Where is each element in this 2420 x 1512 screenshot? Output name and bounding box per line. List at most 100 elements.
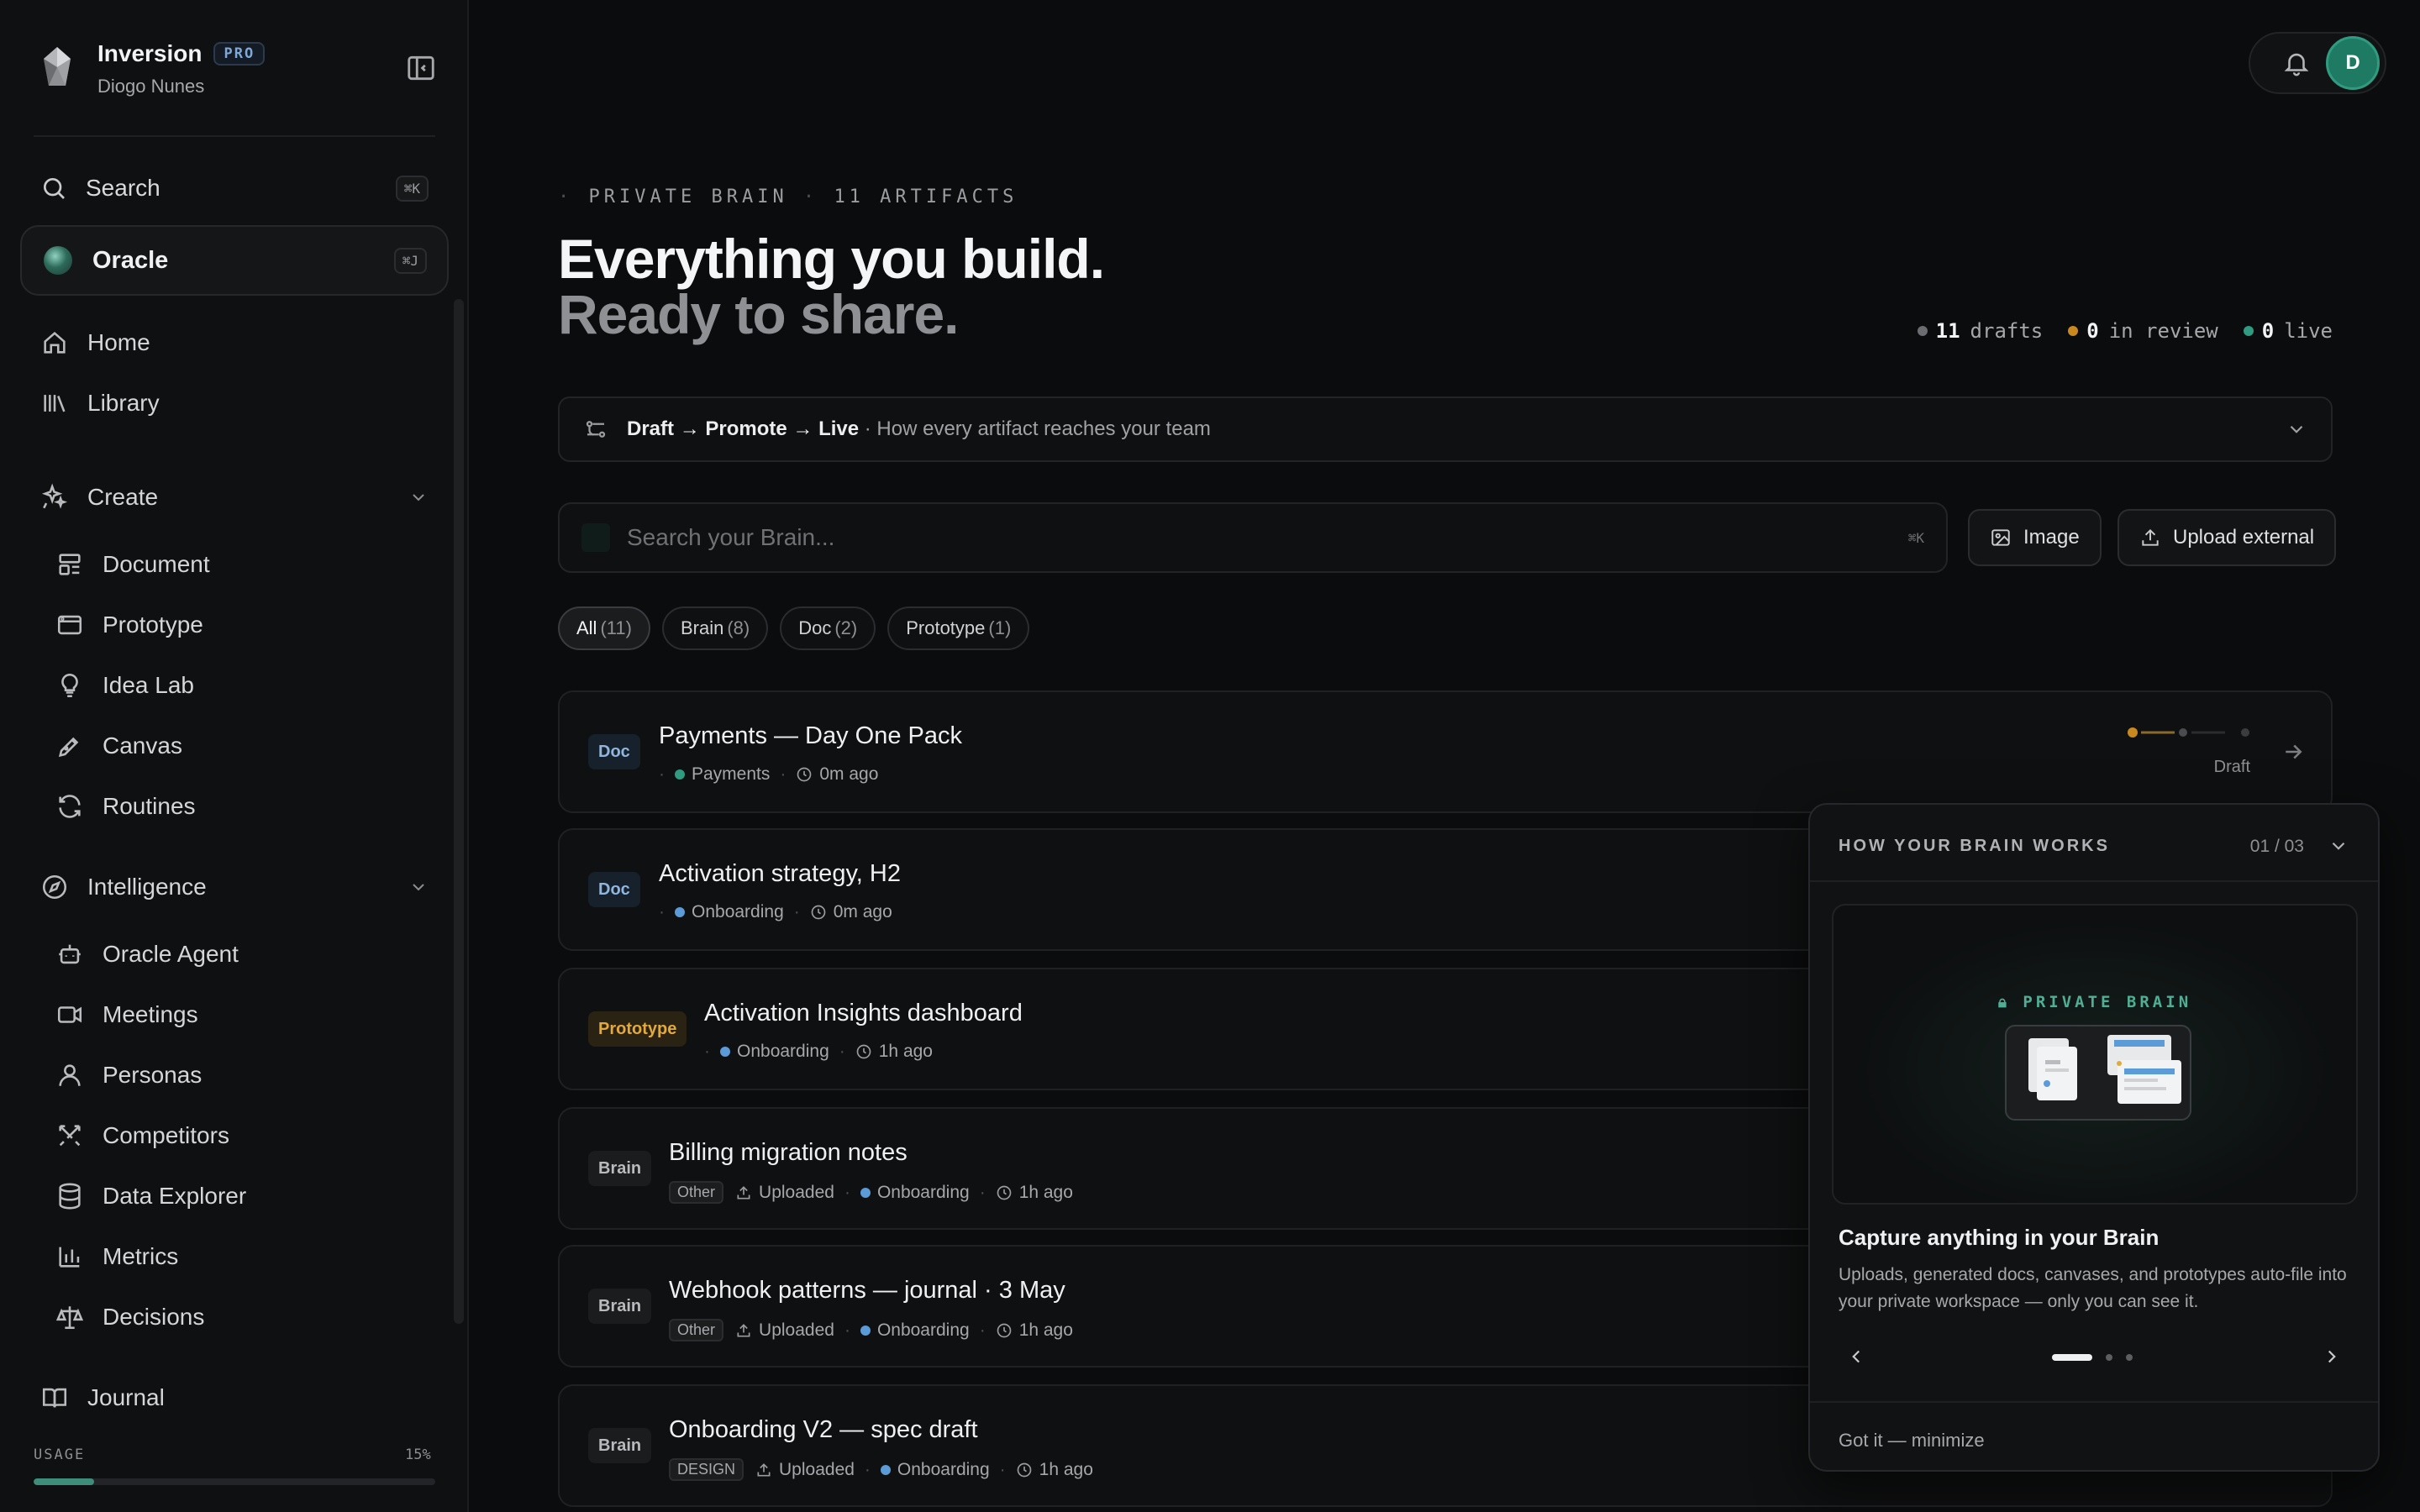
chip-count: (8): [727, 617, 750, 638]
filter-brain[interactable]: Brain (8): [661, 606, 769, 650]
sidebar-item-decisions[interactable]: Decisions: [55, 1299, 429, 1336]
carousel-dot[interactable]: [2126, 1354, 2133, 1361]
artifact-topic: Payments: [692, 764, 771, 784]
artifact-row[interactable]: Doc Payments — Day One Pack · Payments ·…: [558, 690, 2333, 813]
sidebar-item-meetings[interactable]: Meetings: [55, 996, 429, 1033]
sidebar-toggle-icon[interactable]: [405, 52, 437, 84]
chevron-left-icon[interactable]: [1845, 1346, 1867, 1368]
illustration-label: 🔒︎ PRIVATE BRAIN: [1833, 993, 2356, 1011]
sidebar-item-label: Metrics: [103, 1243, 179, 1269]
swords-icon: [59, 1125, 81, 1147]
user-name: Diogo Nunes: [97, 76, 205, 97]
sidebar-item-journal[interactable]: Journal: [40, 1379, 429, 1416]
compass-icon: [42, 874, 67, 900]
sidebar-scrollbar[interactable]: [454, 299, 464, 1324]
bell-icon[interactable]: [2282, 49, 2311, 77]
chip-count: (1): [988, 617, 1012, 638]
lightbulb-icon: [61, 673, 78, 698]
artifact-meta: · Onboarding · 1h ago: [704, 1042, 933, 1061]
plan-badge: PRO: [213, 42, 266, 66]
sidebar-item-label: Home: [87, 329, 150, 355]
sidebar-item-label: Competitors: [103, 1122, 229, 1148]
topic-dot: [860, 1325, 871, 1336]
sidebar-item-library[interactable]: Library: [40, 385, 429, 422]
filter-doc[interactable]: Doc (2): [780, 606, 876, 650]
minimize-button[interactable]: Got it — minimize: [1839, 1430, 1985, 1452]
filter-all[interactable]: All (11): [558, 606, 650, 650]
workflow-text: Draft → Promote → Live · How every artif…: [627, 417, 1211, 441]
carousel-dot-active[interactable]: [2052, 1354, 2092, 1361]
stat-value: 0: [2261, 319, 2275, 343]
sidebar-item-metrics[interactable]: Metrics: [55, 1238, 429, 1275]
sidebar-item-routines[interactable]: Routines: [55, 788, 429, 825]
usage-bar-fill: [34, 1478, 94, 1485]
sidebar-item-label: Document: [103, 551, 210, 577]
filter-prototype[interactable]: Prototype (1): [887, 606, 1030, 650]
chip-label: Prototype: [906, 617, 986, 638]
chip-count: (2): [834, 617, 858, 638]
search-icon: [44, 178, 65, 199]
stat-label: drafts: [1970, 319, 2044, 343]
document-icon: [59, 554, 81, 575]
page-subtitle: Ready to share.: [558, 283, 960, 345]
top-actions: D: [2249, 32, 2386, 94]
flow-step-promote: Promote: [705, 417, 787, 440]
type-badge: Prototype: [588, 1011, 687, 1047]
divider: [1810, 1401, 2378, 1403]
divider: [1810, 880, 2378, 882]
sidebar-item-data-explorer[interactable]: Data Explorer: [55, 1178, 429, 1215]
artifact-title: Activation strategy, H2: [659, 860, 901, 887]
chevron-right-icon[interactable]: [2321, 1346, 2343, 1368]
carousel-dot[interactable]: [2106, 1354, 2112, 1361]
refresh-icon: [59, 795, 81, 818]
status-dot: [1917, 326, 1928, 336]
onboarding-panel: HOW YOUR BRAIN WORKS 01 / 03 🔒︎ PRIVATE …: [1808, 803, 2380, 1472]
sidebar-item-document[interactable]: Document: [55, 546, 429, 583]
chevron-down-icon[interactable]: [2328, 835, 2349, 857]
sidebar-item-oracle-agent[interactable]: Oracle Agent: [55, 936, 429, 973]
arrow-right-icon[interactable]: [2281, 739, 2306, 764]
lock-icon: 🔒︎: [1997, 993, 2023, 1011]
button-label: Image: [2023, 526, 2080, 549]
artifact-title: Payments — Day One Pack: [659, 722, 963, 749]
topic-dot: [675, 907, 685, 917]
artifact-time: 0m ago: [819, 764, 879, 784]
sidebar-item-home[interactable]: Home: [40, 324, 429, 361]
sidebar-item-label: Journal: [87, 1384, 165, 1410]
kind-tag: Other: [669, 1181, 724, 1204]
button-label: Upload external: [2173, 526, 2315, 549]
chevron-down-icon: [413, 494, 424, 501]
status-dot: [2243, 326, 2254, 336]
sidebar-item-personas[interactable]: Personas: [55, 1057, 429, 1094]
upload-external-button[interactable]: Upload external: [2118, 509, 2337, 566]
sidebar-search[interactable]: Search ⌘K: [40, 171, 429, 205]
sidebar-item-prototype[interactable]: Prototype: [55, 606, 429, 643]
artifact-meta: DESIGN Uploaded · Onboarding · 1h ago: [669, 1458, 1093, 1481]
avatar[interactable]: D: [2326, 36, 2380, 90]
sidebar-section-create[interactable]: Create: [40, 479, 429, 516]
eyebrow: · PRIVATE BRAIN · 11 ARTIFACTS: [558, 186, 1018, 207]
usage-bar: [34, 1478, 435, 1485]
artifact-topic: Onboarding: [876, 1182, 970, 1202]
workspace-switcher[interactable]: Inversion PRO Diogo Nunes: [40, 40, 266, 97]
brain-search-input[interactable]: Search your Brain... ⌘K: [558, 502, 1948, 573]
eyebrow-section: PRIVATE BRAIN: [588, 186, 788, 207]
panel-description: Uploads, generated docs, canvases, and p…: [1839, 1265, 2347, 1311]
flow-step-draft: Draft: [627, 417, 675, 440]
sidebar-item-label: Data Explorer: [103, 1183, 247, 1209]
sidebar-item-competitors[interactable]: Competitors: [55, 1117, 429, 1154]
image-button[interactable]: Image: [1968, 509, 2102, 566]
workflow-explainer[interactable]: Draft → Promote → Live · How every artif…: [558, 396, 2333, 462]
sidebar-section-intelligence[interactable]: Intelligence: [40, 869, 429, 906]
stat-label: in review: [2108, 319, 2218, 343]
sidebar-item-idea-lab[interactable]: Idea Lab: [55, 667, 429, 704]
topic-dot: [675, 769, 685, 780]
search-shortcut: ⌘K: [395, 175, 429, 202]
sidebar-item-label: Decisions: [103, 1304, 205, 1330]
search-label: Search: [86, 175, 160, 201]
type-badge: Brain: [588, 1289, 652, 1324]
oracle-button[interactable]: Oracle ⌘J: [20, 225, 449, 296]
type-badge: Doc: [588, 872, 640, 907]
sidebar-item-canvas[interactable]: Canvas: [55, 727, 429, 764]
type-badge: Brain: [588, 1151, 652, 1186]
